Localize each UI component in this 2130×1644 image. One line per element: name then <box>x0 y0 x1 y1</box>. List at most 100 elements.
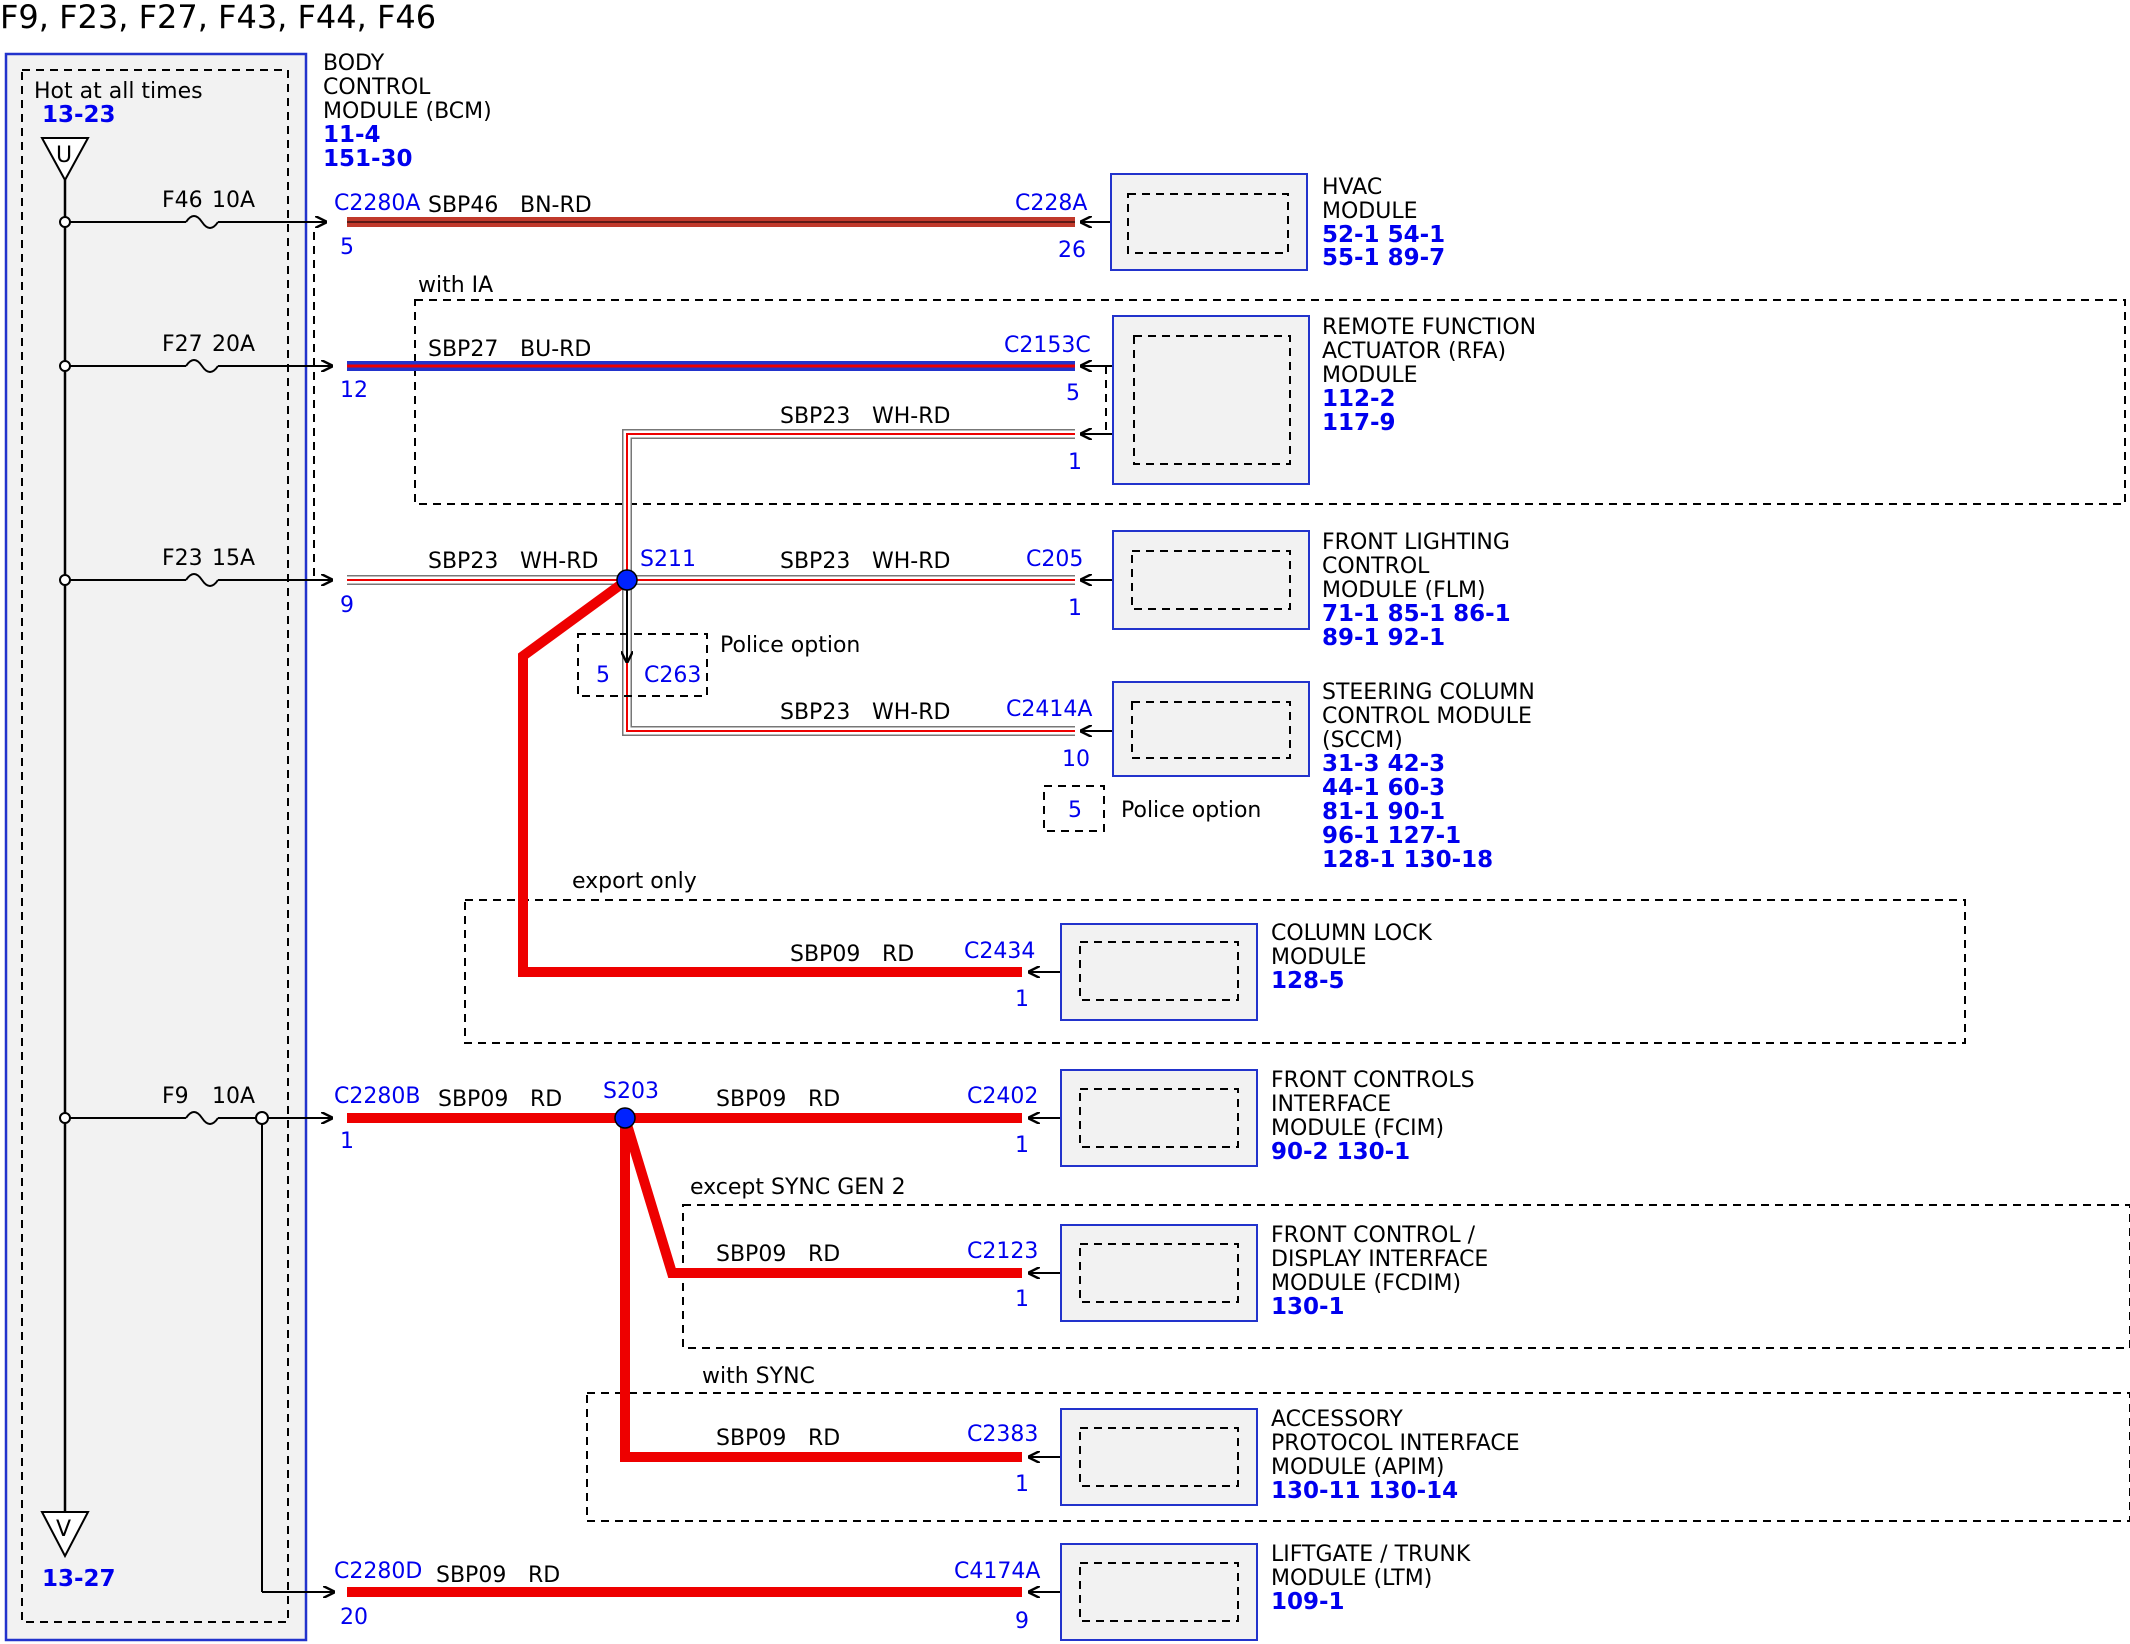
flm-name-2: CONTROL <box>1322 554 1430 579</box>
lock-color: RD <box>882 942 914 967</box>
fcim-name-1: FRONT CONTROLS <box>1271 1068 1475 1093</box>
rfa-circuit: SBP27 <box>428 337 498 362</box>
fcim-circuit: SBP09 <box>716 1087 786 1112</box>
module-fcim: FRONT CONTROLS INTERFACE MODULE (FCIM) 9… <box>1029 1068 1475 1167</box>
hot-ref: 13-23 <box>42 102 116 128</box>
flm-module-pin: 1 <box>1068 596 1082 621</box>
c263-note: Police option <box>720 633 860 658</box>
ltm-module-pin: 9 <box>1015 1609 1029 1634</box>
flm-in-color: WH-RD <box>520 549 598 574</box>
bcm-name-line-2: CONTROL <box>323 75 431 100</box>
hvac-name-1: HVAC <box>1322 175 1382 200</box>
hvac-bcm-pin: 5 <box>340 235 354 260</box>
fcim-ref-1: 90-2 130-1 <box>1271 1139 1410 1165</box>
ltm-name-2: MODULE (LTM) <box>1271 1566 1432 1591</box>
flm-in-circuit: SBP23 <box>428 549 498 574</box>
ltm-name-1: LIFTGATE / TRUNK <box>1271 1542 1471 1567</box>
sccm-opt-note: Police option <box>1121 798 1261 823</box>
wiring-diagram: F9, F23, F27, F43, F44, F46 Hot at all t… <box>0 0 2130 1642</box>
page-title: F9, F23, F27, F43, F44, F46 <box>0 0 436 36</box>
ltm-circuit: SBP09 <box>436 1563 506 1588</box>
fcdim-name-3: MODULE (FCDIM) <box>1271 1271 1461 1296</box>
flm-color: WH-RD <box>872 549 950 574</box>
option-sync-gen2-label: except SYNC GEN 2 <box>690 1175 906 1200</box>
apim-ref-1: 130-11 130-14 <box>1271 1478 1458 1504</box>
fuse-f27-name: F27 <box>162 332 203 357</box>
hvac-ref-2: 55-1 89-7 <box>1322 245 1445 271</box>
bcm-ref-1: 11-4 <box>323 122 381 148</box>
fuse-f9-rating: 10A <box>212 1084 255 1109</box>
fcdim-module-pin: 1 <box>1015 1287 1029 1312</box>
sccm-ref-4: 96-1 127-1 <box>1322 823 1461 849</box>
module-sccm: STEERING COLUMN CONTROL MODULE (SCCM) 31… <box>1081 680 1535 873</box>
flm-circuit: SBP23 <box>780 549 850 574</box>
c263-connector: C263 <box>644 663 701 688</box>
sccm-ref-1: 31-3 42-3 <box>1322 751 1445 777</box>
splice-s211 <box>616 569 638 591</box>
bus-bottom-symbol: V <box>56 1517 71 1542</box>
fuse-f46-name: F46 <box>162 188 203 213</box>
flm-ref-2: 89-1 92-1 <box>1322 625 1445 651</box>
lock-module-pin: 1 <box>1015 987 1029 1012</box>
fcim-module-pin: 1 <box>1015 1133 1029 1158</box>
lock-ref-1: 128-5 <box>1271 968 1345 994</box>
option-ia-label: with IA <box>418 273 493 298</box>
rfa-module-pin: 5 <box>1066 381 1080 406</box>
bcm-name-line-1: BODY <box>323 51 385 76</box>
fcim-in-circuit: SBP09 <box>438 1087 508 1112</box>
apim-color: RD <box>808 1426 840 1451</box>
ltm-color: RD <box>528 1563 560 1588</box>
module-ltm: LIFTGATE / TRUNK MODULE (LTM) 109-1 <box>1029 1542 1471 1641</box>
apim-name-1: ACCESSORY <box>1271 1407 1403 1432</box>
apim-module-pin: 1 <box>1015 1472 1029 1497</box>
rfa2-circuit: SBP23 <box>780 404 850 429</box>
sccm-module-pin: 10 <box>1062 747 1090 772</box>
module-flm: FRONT LIGHTING CONTROL MODULE (FLM) 71-1… <box>1081 530 1511 651</box>
module-column-lock: COLUMN LOCK MODULE 128-5 <box>1029 921 1433 1021</box>
hot-at-all-times-label: Hot at all times <box>34 79 203 104</box>
sccm-name-3: (SCCM) <box>1322 728 1403 753</box>
rfa-color: BU-RD <box>520 337 591 362</box>
hvac-name-2: MODULE <box>1322 199 1418 224</box>
fcdim-ref-1: 130-1 <box>1271 1294 1345 1320</box>
fcim-in-bcm-pin: 1 <box>340 1129 354 1154</box>
ltm-ref-1: 109-1 <box>1271 1589 1345 1615</box>
c263-police-option: 5 C263 Police option <box>577 590 860 697</box>
sccm-color: WH-RD <box>872 700 950 725</box>
module-rfa: REMOTE FUNCTION ACTUATOR (RFA) MODULE 11… <box>1081 315 1536 485</box>
bus-bottom-ref: 13-27 <box>42 1566 116 1592</box>
wire-sbp09-network <box>347 1113 1022 1462</box>
lock-module-connector: C2434 <box>964 939 1035 964</box>
rfa2-color: WH-RD <box>872 404 950 429</box>
bus-top-symbol: U <box>56 143 72 168</box>
rfa-ref-2: 117-9 <box>1322 410 1396 436</box>
fcim-in-bcm-connector: C2280B <box>334 1084 420 1109</box>
sccm-police-option: 5 Police option <box>1043 785 1261 832</box>
rfa-name-3: MODULE <box>1322 363 1418 388</box>
fuse-f46-rating: 10A <box>212 188 255 213</box>
option-export-label: export only <box>572 869 697 894</box>
rfa2-module-pin: 1 <box>1068 450 1082 475</box>
rfa-bcm-pin: 12 <box>340 378 368 403</box>
rfa-name-1: REMOTE FUNCTION <box>1322 315 1536 340</box>
flm-name-3: MODULE (FLM) <box>1322 578 1486 603</box>
bcm-name-line-3: MODULE (BCM) <box>323 99 492 124</box>
flm-name-1: FRONT LIGHTING <box>1322 530 1510 555</box>
fcdim-module-connector: C2123 <box>967 1239 1038 1264</box>
fcdim-name-2: DISPLAY INTERFACE <box>1271 1247 1488 1272</box>
lock-name-2: MODULE <box>1271 945 1367 970</box>
fcdim-color: RD <box>808 1242 840 1267</box>
hvac-module-connector: C228A <box>1015 191 1087 216</box>
ltm-module-connector: C4174A <box>954 1559 1040 1584</box>
sccm-ref-3: 81-1 90-1 <box>1322 799 1445 825</box>
module-fcdim: FRONT CONTROL / DISPLAY INTERFACE MODULE… <box>1029 1223 1488 1322</box>
apim-module-connector: C2383 <box>967 1422 1038 1447</box>
rfa-name-2: ACTUATOR (RFA) <box>1322 339 1506 364</box>
fcim-name-2: INTERFACE <box>1271 1092 1391 1117</box>
flm-ref-1: 71-1 85-1 86-1 <box>1322 601 1511 627</box>
splice-s203-label: S203 <box>603 1079 659 1104</box>
fuse-f27-rating: 20A <box>212 332 255 357</box>
apim-name-3: MODULE (APIM) <box>1271 1455 1444 1480</box>
fuse-f23-rating: 15A <box>212 546 255 571</box>
fcdim-name-1: FRONT CONTROL / <box>1271 1223 1476 1248</box>
